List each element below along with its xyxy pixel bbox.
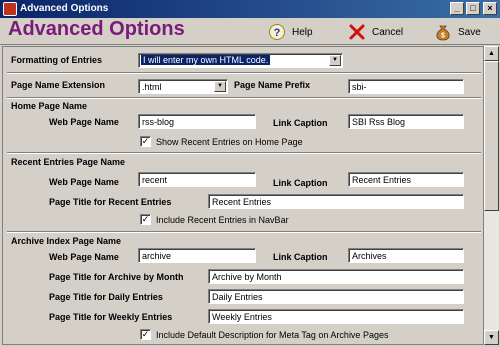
- maximize-button[interactable]: □: [466, 2, 480, 15]
- home-checkbox-label: Show Recent Entries on Home Page: [156, 136, 303, 147]
- scrollbar-thumb[interactable]: [484, 61, 499, 211]
- recent-title-input[interactable]: Recent Entries: [208, 194, 464, 209]
- divider: [7, 97, 481, 99]
- recent-title-label: Page Title for Recent Entries: [49, 197, 172, 207]
- options-panel: Formatting of Entries I will enter my ow…: [2, 46, 484, 345]
- page-ext-select[interactable]: .html ▼: [138, 79, 228, 94]
- archive-daily-label: Page Title for Daily Entries: [49, 292, 163, 302]
- divider: [7, 72, 481, 74]
- home-recent-checkbox[interactable]: ✓ Show Recent Entries on Home Page: [140, 136, 303, 147]
- divider: [7, 231, 481, 233]
- home-caption-label: Link Caption: [273, 118, 328, 128]
- red-x-icon: [349, 24, 365, 40]
- archive-section-label: Archive Index Page Name: [11, 236, 122, 246]
- archive-caption-label: Link Caption: [273, 252, 328, 262]
- checkbox-checked[interactable]: ✓: [140, 136, 151, 147]
- header-toolbar: Advanced Options ? Help Cancel $ Save: [0, 18, 500, 45]
- recent-web-input[interactable]: recent: [138, 172, 256, 187]
- chevron-down-icon[interactable]: ▼: [214, 81, 226, 92]
- recent-navbar-checkbox[interactable]: ✓ Include Recent Entries in NavBar: [140, 214, 289, 225]
- archive-meta-checkbox[interactable]: ✓ Include Default Description for Meta T…: [140, 329, 388, 340]
- archive-caption-input[interactable]: Archives: [348, 248, 464, 263]
- vertical-scrollbar[interactable]: ▲ ▼: [484, 46, 499, 345]
- archive-weekly-input[interactable]: Weekly Entries: [208, 309, 464, 324]
- help-label: Help: [292, 26, 313, 38]
- page-prefix-input[interactable]: sbi-: [348, 79, 464, 94]
- cancel-button[interactable]: Cancel: [348, 22, 403, 42]
- recent-checkbox-label: Include Recent Entries in NavBar: [156, 214, 289, 225]
- scroll-up-icon[interactable]: ▲: [484, 46, 499, 61]
- home-web-input[interactable]: rss-blog: [138, 114, 256, 129]
- page-title: Advanced Options: [8, 18, 185, 40]
- page-prefix-label: Page Name Prefix: [234, 80, 311, 90]
- archive-checkbox-label: Include Default Description for Meta Tag…: [156, 329, 389, 340]
- archive-weekly-label: Page Title for Weekly Entries: [49, 312, 173, 322]
- recent-section-label: Recent Entries Page Name: [11, 157, 126, 167]
- close-button[interactable]: ×: [483, 2, 497, 15]
- recent-caption-input[interactable]: Recent Entries: [348, 172, 464, 187]
- recent-web-label: Web Page Name: [49, 177, 119, 187]
- archive-daily-input[interactable]: Daily Entries: [208, 289, 464, 304]
- save-label: Save: [458, 26, 481, 38]
- archive-web-label: Web Page Name: [49, 252, 119, 262]
- window-title: Advanced Options: [20, 3, 109, 14]
- help-question-icon: ?: [269, 24, 285, 40]
- help-button[interactable]: ? Help: [268, 22, 313, 42]
- cancel-label: Cancel: [372, 26, 404, 38]
- page-ext-label: Page Name Extension: [11, 80, 106, 90]
- minimize-button[interactable]: _: [450, 2, 464, 15]
- formatting-select[interactable]: I will enter my own HTML code. ▼: [138, 53, 343, 68]
- app-icon: [3, 2, 17, 16]
- recent-caption-label: Link Caption: [273, 178, 328, 188]
- page-ext-value: .html: [142, 82, 162, 92]
- money-bag-save-icon: $: [436, 25, 450, 41]
- home-caption-input[interactable]: SBI Rss Blog: [348, 114, 464, 129]
- archive-month-input[interactable]: Archive by Month: [208, 269, 464, 284]
- svg-text:$: $: [441, 33, 445, 40]
- archive-web-input[interactable]: archive: [138, 248, 256, 263]
- formatting-select-value: I will enter my own HTML code.: [141, 55, 271, 65]
- chevron-down-icon[interactable]: ▼: [329, 55, 341, 66]
- save-button[interactable]: $ Save: [434, 22, 481, 42]
- checkbox-checked[interactable]: ✓: [140, 329, 151, 340]
- svg-text:?: ?: [274, 27, 281, 39]
- title-bar: Advanced Options _ □ ×: [0, 0, 500, 18]
- divider: [7, 152, 481, 154]
- formatting-label: Formatting of Entries: [11, 55, 103, 65]
- scroll-down-icon[interactable]: ▼: [484, 330, 499, 345]
- home-section-label: Home Page Name: [11, 101, 88, 111]
- checkbox-checked[interactable]: ✓: [140, 214, 151, 225]
- home-web-label: Web Page Name: [49, 117, 119, 127]
- archive-month-label: Page Title for Archive by Month: [49, 272, 184, 282]
